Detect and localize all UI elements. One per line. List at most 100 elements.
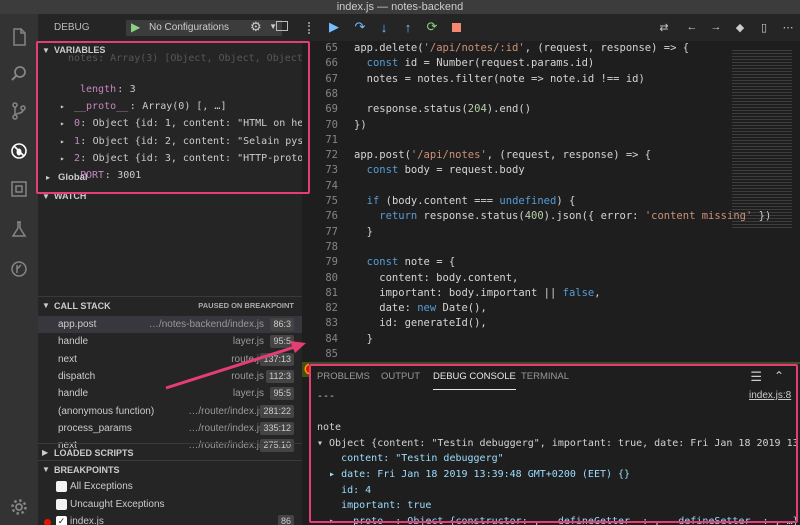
code-line[interactable]: 84 } (302, 332, 800, 346)
call-stack-frame[interactable]: (anonymous function) …/router/index.js 281… (38, 403, 302, 420)
breakpoints-section-header[interactable]: ▼ BREAKPOINTS (38, 460, 302, 478)
code-line[interactable]: 69 response.status(204).end() (302, 102, 800, 116)
variable-row[interactable]: ▸ 2 Object {id: 3, content: "HTTP-protokol… (38, 150, 302, 167)
code-line[interactable]: 70}) (302, 118, 800, 132)
loaded-scripts-section-header[interactable]: ▶ LOADED SCRIPTS (38, 443, 302, 461)
line-number[interactable]: 82 (306, 301, 338, 315)
line-number[interactable]: 80 (306, 271, 338, 285)
line-number[interactable]: 84 (306, 332, 338, 346)
code-line[interactable]: 83 id: generateId(), (302, 316, 800, 330)
call-stack-frame[interactable]: dispatch route.js 112:3 (38, 368, 302, 385)
line-number[interactable]: 67 (306, 72, 338, 86)
drag-handle-icon[interactable] (308, 22, 311, 34)
panel-tab[interactable]: OUTPUT (381, 364, 420, 390)
line-number[interactable]: 66 (306, 56, 338, 70)
variable-row[interactable]: length 3: (38, 81, 302, 98)
call-stack-section-header[interactable]: ▼ CALL STACK PAUSED ON BREAKPOINT (38, 296, 302, 314)
call-stack-frame[interactable]: next route.js 137:13 (38, 351, 302, 368)
global-scope-row[interactable]: ▸ Global (38, 169, 302, 186)
config-select-value: No Configurations (149, 22, 230, 33)
code-line[interactable]: 72 app.post('/api/notes', (request, respo… (302, 148, 800, 162)
watch-section-header[interactable]: ▼ WATCH (38, 187, 302, 205)
code-line[interactable]: 74 (302, 179, 800, 193)
search-icon[interactable] (0, 59, 38, 89)
breakpoint-checkbox[interactable] (56, 498, 67, 510)
line-number[interactable]: 73 (306, 163, 338, 177)
code-line[interactable]: 85 (302, 347, 800, 361)
variable-row[interactable]: ▸ 0 Object {id: 1, content: "HTML on helpp… (38, 115, 302, 132)
code-line[interactable]: 78 (302, 240, 800, 254)
line-number[interactable]: 71 (306, 133, 338, 147)
line-number[interactable]: 72 (306, 148, 338, 162)
go-back-icon[interactable]: ← (682, 18, 702, 36)
line-number[interactable]: 65 (306, 41, 338, 55)
variable-colon: : (129, 101, 136, 113)
more-actions-icon[interactable]: ⋯ (778, 18, 798, 36)
settings-gear-icon[interactable] (0, 492, 38, 522)
code-line[interactable]: 73 const body = request.body (302, 163, 800, 177)
line-number[interactable]: 77 (306, 225, 338, 239)
line-number[interactable]: 69 (306, 102, 338, 116)
line-number[interactable]: 70 (306, 118, 338, 132)
code-line[interactable]: 79 const note = { (302, 255, 800, 269)
line-number[interactable]: 81 (306, 286, 338, 300)
files-icon[interactable] (0, 22, 38, 52)
remote-icon[interactable] (0, 254, 38, 284)
line-number[interactable]: 83 (306, 316, 338, 330)
debug-header: DEBUG ▶ No Configurations ▼ ⚙ (38, 14, 302, 40)
code-line[interactable]: 81 important: body.important || false, (302, 286, 800, 300)
start-debugging-icon[interactable]: ▶ (131, 20, 140, 34)
clear-console-icon[interactable]: ☰ (750, 369, 762, 385)
code-line[interactable]: 75 if (body.content === undefined) { (302, 194, 800, 208)
breakpoint-checkbox[interactable]: ✓ (56, 516, 67, 525)
code-line[interactable]: 67 notes = notes.filter(note => note.id … (302, 72, 800, 86)
panel-tab[interactable]: DEBUG CONSOLE (433, 364, 516, 390)
line-number[interactable]: 78 (306, 240, 338, 254)
chevron-up-icon[interactable]: ⌃ (774, 369, 784, 383)
code-line[interactable]: 82 date: new Date(), (302, 301, 800, 315)
step-out-icon[interactable]: ↑ (398, 18, 418, 36)
code-line[interactable]: 80 content: body.content, (302, 271, 800, 285)
line-number[interactable]: 79 (306, 255, 338, 269)
line-number[interactable]: 75 (306, 194, 338, 208)
test-icon[interactable] (0, 214, 38, 244)
panel-tab[interactable]: PROBLEMS (317, 364, 370, 390)
debug-icon[interactable] (0, 136, 38, 166)
restart-icon[interactable]: ⟳ (422, 18, 442, 36)
breakpoint-item[interactable]: All Exceptions (38, 478, 302, 495)
debug-console-toggle-icon[interactable] (276, 21, 288, 31)
call-stack-frame[interactable]: process_params …/router/index.js 335:12 (38, 420, 302, 437)
breakpoint-item[interactable]: ✓ index.js 86 (38, 513, 302, 525)
extensions-icon[interactable] (0, 174, 38, 204)
stop-icon[interactable] (446, 18, 466, 36)
split-editor-icon[interactable]: ▯ (754, 18, 774, 36)
source-control-icon[interactable] (0, 96, 38, 126)
variable-row[interactable]: ▸ 1 Object {id: 2, content: "Selain pystyy… (38, 133, 302, 150)
git-commit-icon[interactable]: ◆ (730, 18, 750, 36)
breakpoint-item[interactable]: Uncaught Exceptions (38, 496, 302, 513)
code-line[interactable]: 65 app.delete('/api/notes/:id', (request,… (302, 41, 800, 55)
code-line[interactable]: 68 (302, 87, 800, 101)
gear-icon[interactable]: ⚙ (250, 19, 262, 35)
line-number[interactable]: 76 (306, 209, 338, 223)
line-number[interactable]: 68 (306, 87, 338, 101)
breakpoint-checkbox[interactable] (56, 481, 67, 492)
go-forward-icon[interactable]: → (706, 18, 726, 36)
step-into-icon[interactable]: ↓ (374, 18, 394, 36)
line-number[interactable]: 85 (306, 347, 338, 361)
compare-icon[interactable]: ⇄ (654, 18, 674, 36)
code-line[interactable]: 71 (302, 133, 800, 147)
continue-icon[interactable]: ▶ (324, 18, 344, 36)
code-line[interactable]: 66 const id = Number(request.params.id) (302, 56, 800, 70)
call-stack-frame[interactable]: handle layer.js 95:5 (38, 333, 302, 350)
variable-row[interactable]: ▸ __proto__ Array(0) [, …]: (38, 98, 302, 115)
code-line[interactable]: 76 return response.status(400).json({ er… (302, 209, 800, 223)
call-stack-frame[interactable]: handle layer.js 95:5 (38, 385, 302, 402)
line-number[interactable]: 74 (306, 179, 338, 193)
minimap[interactable] (732, 50, 792, 230)
variable-value: Array(0) [, …] (142, 101, 227, 113)
panel-tab[interactable]: TERMINAL (521, 364, 569, 390)
call-stack-frame[interactable]: app.post …/notes-backend/index.js 86:3 (38, 316, 302, 333)
code-line[interactable]: 77 } (302, 225, 800, 239)
step-over-icon[interactable]: ↷ (350, 18, 370, 36)
